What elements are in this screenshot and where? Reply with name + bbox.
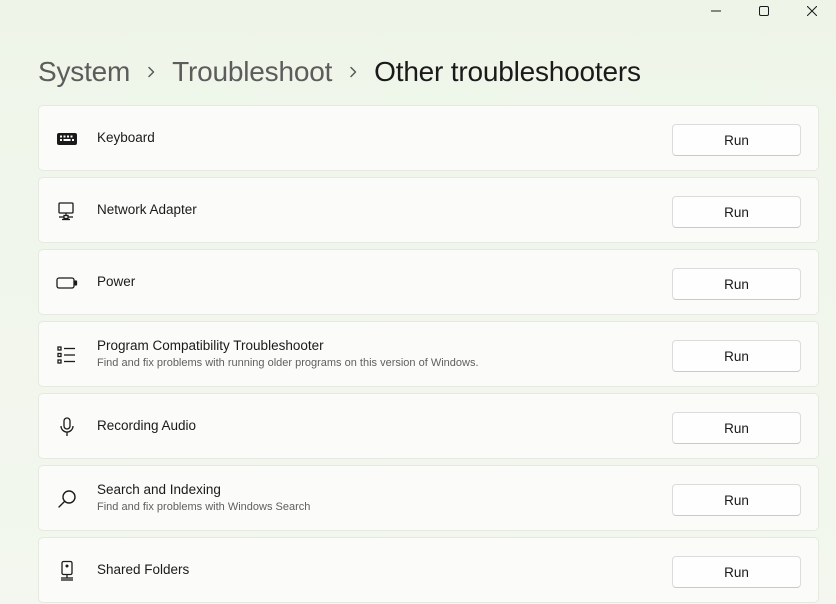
item-text: Network Adapter — [97, 178, 197, 242]
list-item-search-indexing: Search and Indexing Find and fix problem… — [38, 465, 819, 531]
item-text: Recording Audio — [97, 394, 196, 458]
run-button[interactable]: Run — [672, 484, 801, 516]
run-button[interactable]: Run — [672, 196, 801, 228]
minimize-button[interactable] — [692, 0, 740, 22]
item-text: Keyboard — [97, 106, 155, 170]
chevron-right-icon — [332, 52, 374, 92]
run-button[interactable]: Run — [672, 556, 801, 588]
item-text: Power — [97, 250, 135, 314]
list-item-network-adapter: Network Adapter Run — [38, 177, 819, 243]
network-adapter-icon — [56, 200, 78, 222]
item-title: Search and Indexing — [97, 482, 221, 497]
maximize-icon — [759, 6, 769, 16]
search-icon — [56, 488, 78, 510]
list-item-shared-folders: Shared Folders Run — [38, 537, 819, 603]
chevron-right-icon — [130, 52, 172, 92]
item-description: Find and fix problems with Windows Searc… — [97, 501, 311, 513]
item-title: Network Adapter — [97, 202, 197, 217]
item-text: Shared Folders — [97, 538, 189, 602]
list-item-keyboard: Keyboard Run — [38, 105, 819, 171]
list-item-power: Power Run — [38, 249, 819, 315]
window-controls — [692, 0, 836, 22]
shared-folder-icon — [56, 560, 78, 582]
item-title: Recording Audio — [97, 418, 197, 433]
run-button[interactable]: Run — [672, 340, 801, 372]
item-title: Power — [97, 274, 136, 289]
list-icon — [56, 344, 78, 366]
breadcrumb-system[interactable]: System — [38, 56, 130, 88]
maximize-button[interactable] — [740, 0, 788, 22]
item-title: Shared Folders — [97, 562, 190, 577]
minimize-icon — [711, 10, 721, 12]
item-text: Search and Indexing Find and fix problem… — [97, 466, 310, 530]
item-description: Find and fix problems with running older… — [97, 357, 479, 369]
item-text: Program Compatibility Troubleshooter Fin… — [97, 322, 479, 386]
keyboard-icon — [56, 128, 78, 150]
item-title: Keyboard — [97, 130, 155, 145]
list-item-program-compatibility: Program Compatibility Troubleshooter Fin… — [38, 321, 819, 387]
microphone-icon — [56, 416, 78, 438]
close-button[interactable] — [788, 0, 836, 22]
page-title: Other troubleshooters — [374, 56, 641, 87]
run-button[interactable]: Run — [672, 124, 801, 156]
run-button[interactable]: Run — [672, 412, 801, 444]
run-button[interactable]: Run — [672, 268, 801, 300]
close-icon — [807, 6, 817, 16]
list-item-recording-audio: Recording Audio Run — [38, 393, 819, 459]
breadcrumb-troubleshoot[interactable]: Troubleshoot — [172, 56, 332, 88]
item-title: Program Compatibility Troubleshooter — [97, 338, 324, 353]
battery-icon — [56, 272, 78, 294]
breadcrumb: System Troubleshoot Other troubleshooter… — [38, 52, 641, 92]
